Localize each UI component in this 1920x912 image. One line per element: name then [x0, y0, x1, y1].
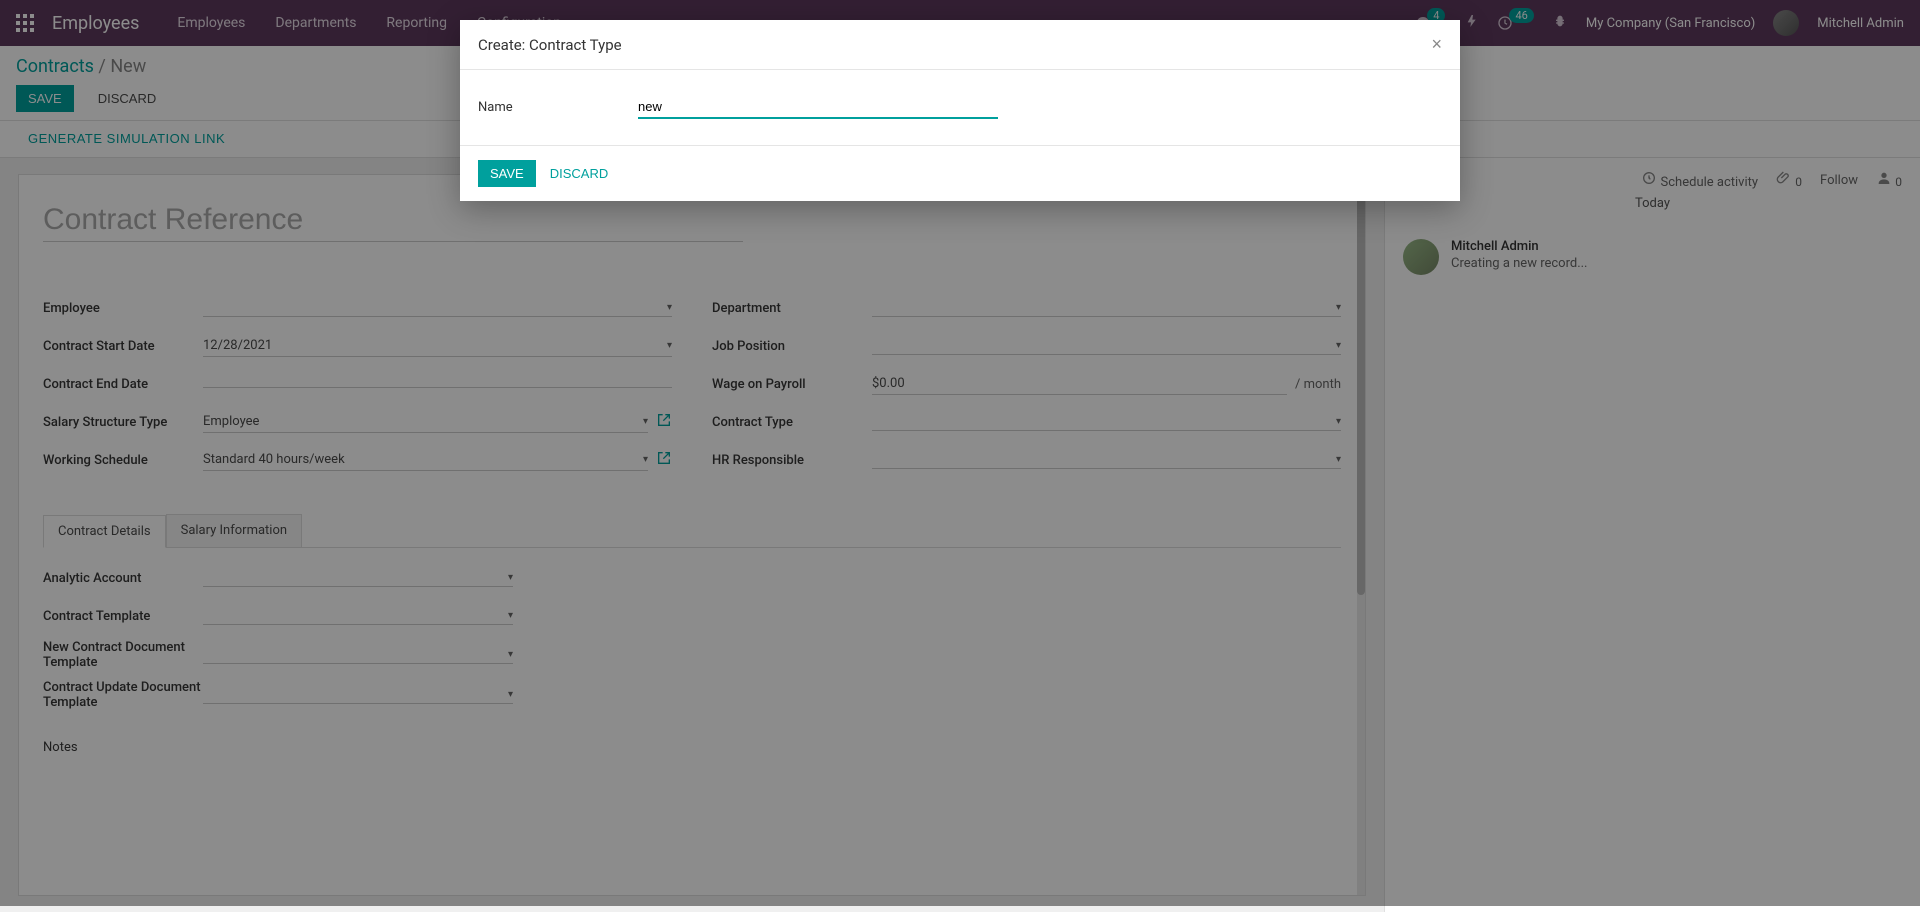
modal-header: Create: Contract Type ×: [460, 20, 1460, 70]
create-contract-type-modal: Create: Contract Type × Name SAVE DISCAR…: [460, 20, 1460, 201]
modal-title: Create: Contract Type: [478, 36, 622, 54]
modal-body: Name: [460, 70, 1460, 145]
modal-close-button[interactable]: ×: [1431, 34, 1442, 55]
modal-discard-button[interactable]: DISCARD: [550, 160, 609, 187]
modal-save-button[interactable]: SAVE: [478, 160, 536, 187]
input-name[interactable]: [638, 96, 998, 119]
modal-footer: SAVE DISCARD: [460, 145, 1460, 201]
label-name: Name: [478, 100, 638, 115]
